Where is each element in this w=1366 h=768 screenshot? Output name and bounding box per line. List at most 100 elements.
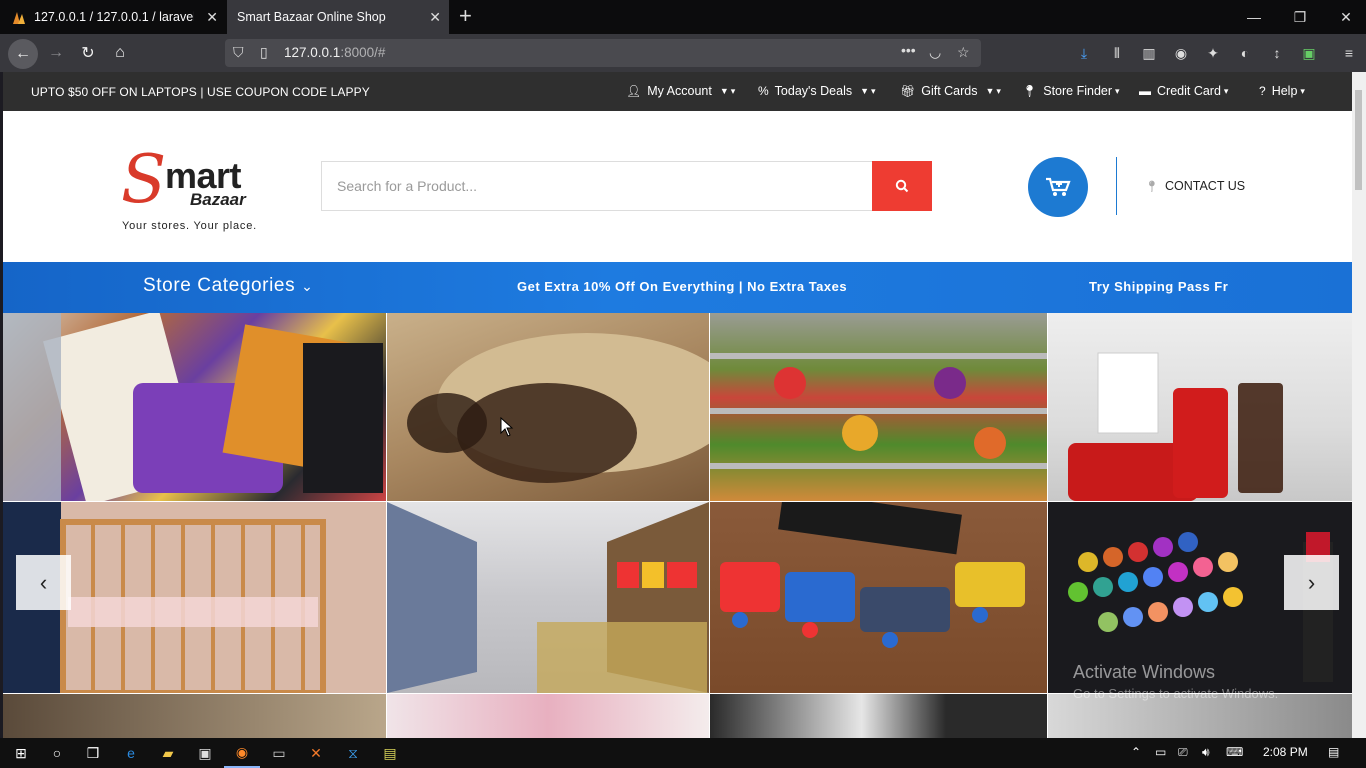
tab-phpmyadmin[interactable]: 127.0.0.1 / 127.0.0.1 / laravelkur ✕ — [0, 0, 226, 34]
menu-icon[interactable]: ≡ — [1340, 44, 1358, 62]
bookmark-star-icon[interactable]: ☆ — [957, 44, 970, 61]
divider — [1116, 157, 1117, 215]
image-tile[interactable] — [3, 313, 386, 501]
notifications-icon[interactable]: ▤ — [1328, 745, 1339, 759]
volume-icon[interactable]: 🔊︎ — [1202, 745, 1210, 760]
keyboard-icon[interactable]: ⌨ — [1226, 745, 1243, 759]
library-icon[interactable]: ⫴ — [1108, 44, 1126, 62]
terminal-icon[interactable]: ▭ — [261, 738, 297, 768]
categories-label: Store Categories — [143, 275, 296, 296]
mouse-cursor-icon — [500, 417, 514, 437]
taskbar: ⊞ ○ ❒ e ▰ ▣ ◉ ▭ ✕ ⧖ ▤ ⌃ ▭ ⎚ 🔊︎ ⌨ 2:08 PM… — [0, 738, 1366, 768]
back-icon[interactable]: ← — [8, 39, 38, 69]
store-icon[interactable]: ▣ — [187, 738, 223, 768]
activate-windows-title: Activate Windows — [1073, 662, 1216, 682]
search-input[interactable]: Search for a Product... — [321, 161, 873, 211]
firefox-icon[interactable]: ◉ — [224, 738, 260, 768]
caret-icon: ▼ — [719, 86, 729, 96]
tile-hat-sunglasses — [407, 333, 709, 483]
tab-title: 127.0.0.1 / 127.0.0.1 / laravelkur — [34, 10, 194, 24]
tab-smart-bazaar[interactable]: Smart Bazaar Online Shop ✕ — [227, 0, 449, 34]
restore-icon[interactable]: ❐ — [1277, 0, 1323, 34]
store-categories-button[interactable]: Store Categories ⌄ — [143, 275, 313, 297]
image-tile[interactable] — [387, 694, 709, 738]
network-icon[interactable]: ⎚ — [1178, 745, 1188, 760]
home-icon[interactable]: ⌂ — [106, 40, 134, 66]
logo-s: S — [121, 141, 167, 218]
url-bar[interactable]: ⛉ ▯ 127.0.0.1:8000/# ••• ◡ ☆ — [225, 39, 981, 67]
percent-icon: % — [758, 84, 769, 98]
close-window-icon[interactable]: ✕ — [1323, 0, 1366, 34]
chevron-left-icon: ‹ — [39, 569, 48, 595]
credit-card-icon: ▬ — [1139, 84, 1151, 98]
tab-title: Smart Bazaar Online Shop — [237, 10, 386, 24]
image-tile[interactable] — [387, 502, 709, 693]
gift-icon: 🎁︎ — [900, 84, 916, 98]
url-text[interactable]: 127.0.0.1:8000/# — [284, 45, 385, 60]
xampp-icon[interactable]: ✕ — [298, 738, 334, 768]
extension-icon[interactable]: ◐ — [1236, 44, 1254, 62]
menu-todays-deals[interactable]: % Today's Deals ▼ ▾ — [758, 84, 876, 98]
chevron-right-icon: › — [1307, 569, 1316, 595]
edge-icon[interactable]: e — [113, 738, 149, 768]
vscode-icon[interactable]: ⧖ — [335, 738, 371, 768]
map-pin-icon: 📍︎ — [1022, 84, 1038, 98]
extension-icon[interactable]: ▣ — [1300, 44, 1318, 62]
carousel-next-button[interactable]: › — [1284, 555, 1339, 610]
carousel-prev-button[interactable]: ‹ — [16, 555, 71, 610]
banner-offer: Get Extra 10% Off On Everything | No Ext… — [517, 279, 848, 294]
close-tab-icon[interactable]: ✕ — [206, 9, 218, 26]
chevron-up-icon[interactable]: ⌃ — [1131, 745, 1141, 759]
clock[interactable]: 2:08 PM — [1263, 745, 1308, 759]
web-page: UPTO $50 OFF ON LAPTOPS | USE COUPON COD… — [3, 72, 1352, 738]
image-tile[interactable] — [1048, 313, 1352, 501]
menu-label: Credit Card — [1157, 84, 1221, 98]
downloads-icon[interactable]: ⤓ — [1075, 44, 1093, 62]
cart-button[interactable] — [1028, 157, 1088, 217]
account-icon[interactable]: ◉ — [1172, 44, 1190, 62]
cortana-icon[interactable]: ○ — [39, 738, 75, 768]
site-header: S mart Bazaar Your stores. Your place. S… — [3, 111, 1352, 262]
forward-icon[interactable]: → — [42, 40, 70, 66]
menu-credit-card[interactable]: ▬ Credit Card ▾ — [1139, 84, 1228, 98]
phpmyadmin-icon — [13, 12, 25, 24]
menu-gift-cards[interactable]: 🎁︎ Gift Cards ▼ ▾ — [900, 84, 1001, 98]
scrollbar[interactable] — [1352, 72, 1366, 738]
shield-icon[interactable]: ⛉ — [233, 44, 244, 61]
caret-icon: ▾ — [1300, 85, 1305, 96]
menu-help[interactable]: ? Help ▾ — [1259, 84, 1305, 98]
pocket-icon[interactable]: ◡ — [929, 44, 941, 61]
scrollbar-thumb[interactable] — [1355, 90, 1362, 190]
windows-start-icon[interactable]: ⊞ — [3, 738, 39, 768]
logo-bazaar: Bazaar — [190, 190, 246, 209]
close-tab-icon[interactable]: ✕ — [429, 9, 441, 26]
file-explorer-icon[interactable]: ▰ — [150, 738, 186, 768]
tile-coca-cola — [1068, 352, 1283, 501]
image-tile[interactable] — [710, 694, 1047, 738]
notepad-icon[interactable]: ▤ — [372, 738, 408, 768]
search-button[interactable] — [872, 161, 932, 211]
promo-text: UPTO $50 OFF ON LAPTOPS | USE COUPON COD… — [31, 85, 370, 99]
search-icon — [895, 179, 909, 193]
extension-icon[interactable]: ✦ — [1204, 44, 1222, 62]
contact-label: CONTACT US — [1164, 179, 1246, 193]
sidebar-icon[interactable]: ▥ — [1140, 44, 1158, 62]
battery-icon[interactable]: ▭ — [1155, 745, 1166, 759]
map-pin-icon: 📍︎ — [1145, 180, 1159, 193]
reload-icon[interactable]: ↻ — [74, 40, 102, 66]
minimize-icon[interactable]: — — [1231, 0, 1277, 34]
task-view-icon[interactable]: ❒ — [75, 738, 111, 768]
image-tile[interactable] — [387, 313, 709, 501]
new-tab-icon[interactable]: + — [459, 4, 472, 28]
menu-store-finder[interactable]: 📍︎ Store Finder ▾ — [1022, 84, 1120, 98]
caret-icon: ▾ — [1223, 85, 1229, 96]
image-tile[interactable] — [710, 313, 1047, 501]
image-tile[interactable] — [710, 502, 1047, 693]
more-actions-icon[interactable]: ••• — [901, 42, 916, 58]
contact-us-link[interactable]: 📍︎ CONTACT US — [1145, 179, 1245, 193]
image-tile[interactable] — [3, 694, 386, 738]
extension-icon[interactable]: ↕ — [1268, 44, 1286, 62]
menu-my-account[interactable]: 👤︎ My Account ▼ ▾ — [626, 84, 735, 98]
user-icon: 👤︎ — [626, 84, 642, 98]
activate-windows-subtitle: Go to Settings to activate Windows. — [1073, 686, 1279, 701]
